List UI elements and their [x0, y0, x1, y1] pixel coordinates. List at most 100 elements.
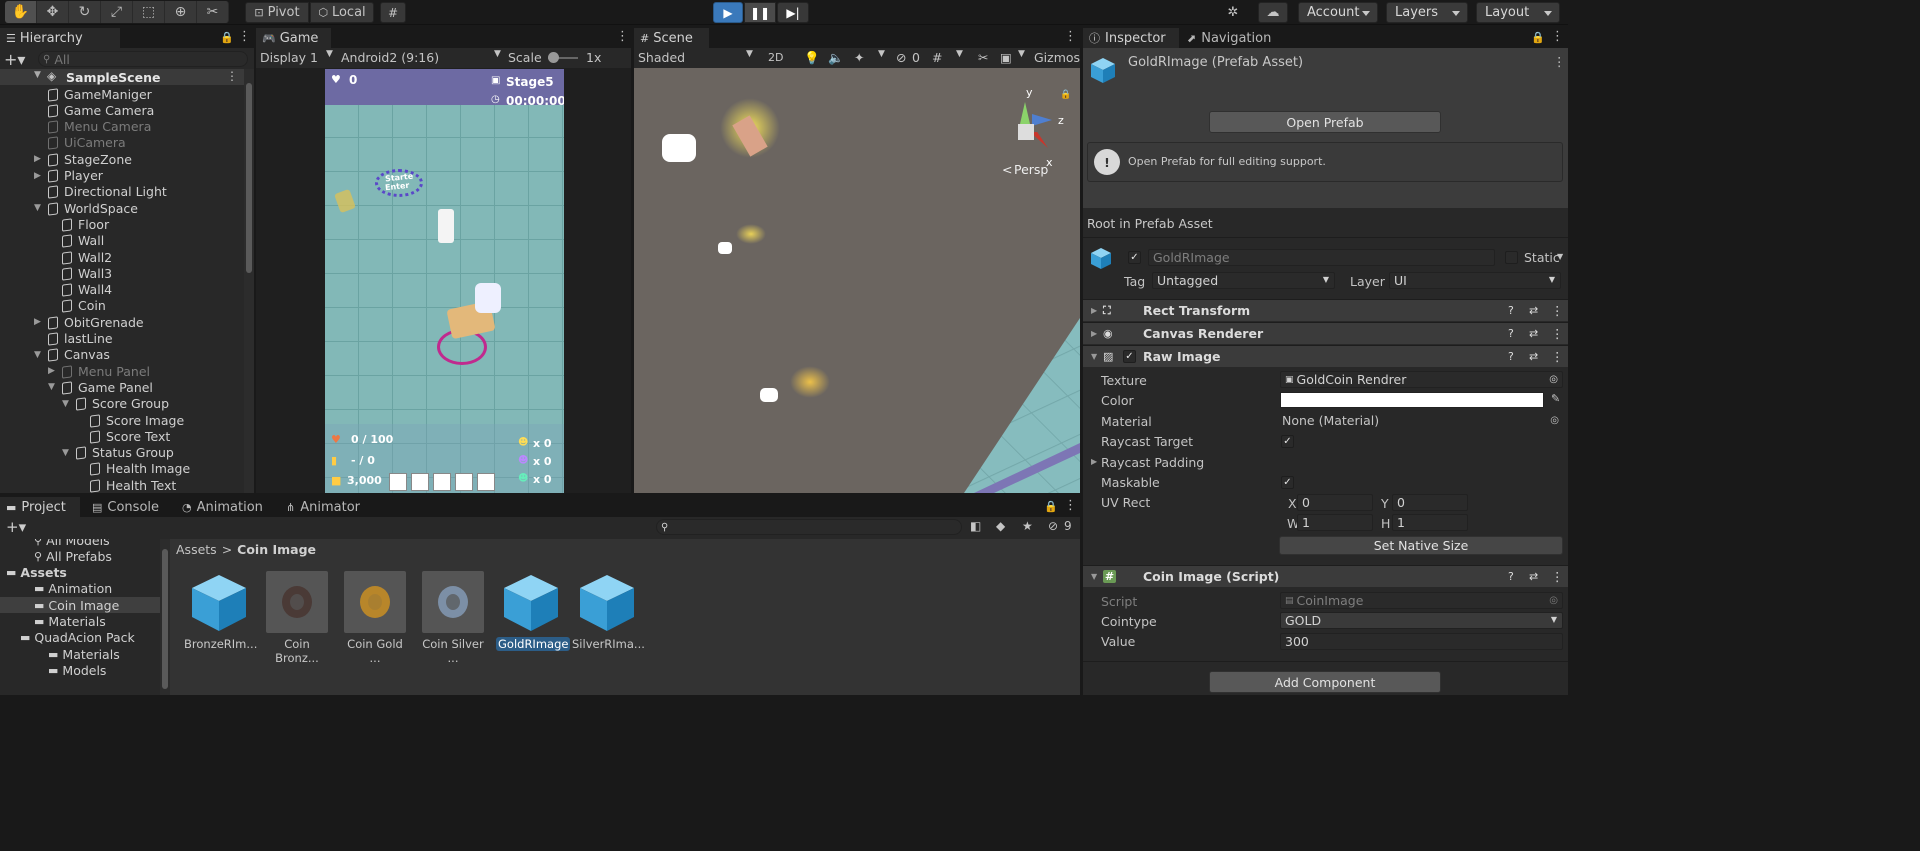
- project-tree-item[interactable]: ▬ Models: [0, 662, 160, 678]
- effects-icon[interactable]: ✦: [854, 50, 864, 65]
- project-tree-item[interactable]: ▬ Coin Image: [0, 597, 160, 614]
- asset-item[interactable]: BronzeRIm...: [184, 571, 257, 651]
- inventory-slot[interactable]: [411, 473, 429, 491]
- value-field[interactable]: 300: [1280, 633, 1563, 650]
- inspector-menu-icon[interactable]: ⋮: [1551, 30, 1564, 45]
- asset-item[interactable]: Coin Bronz...: [262, 571, 332, 665]
- hierarchy-item[interactable]: Coin: [48, 298, 106, 314]
- add-icon[interactable]: +▾: [4, 50, 28, 69]
- services-icon[interactable]: ✲: [1218, 2, 1248, 23]
- help-icon[interactable]: ?: [1508, 327, 1514, 340]
- hierarchy-item[interactable]: ▼ Canvas: [34, 347, 110, 363]
- tab-console[interactable]: ▤ Console: [86, 497, 166, 517]
- project-menu-icon[interactable]: ⋮: [1064, 499, 1077, 514]
- pivot-toggle[interactable]: ⊡ Pivot: [245, 2, 309, 23]
- hierarchy-item[interactable]: ▼ Score Group: [62, 396, 169, 412]
- preset-icon[interactable]: ⇄: [1529, 327, 1538, 340]
- expand-arrow-icon[interactable]: ▶: [34, 154, 46, 164]
- project-tree-item[interactable]: ▬ Materials: [0, 646, 160, 662]
- texture-field[interactable]: ▣ GoldCoin Rendrer ◎: [1280, 371, 1563, 388]
- uv-w-field[interactable]: 1: [1297, 514, 1373, 531]
- material-field[interactable]: None (Material) ◎: [1280, 412, 1563, 429]
- project-tree-item[interactable]: ▬ Assets: [0, 565, 160, 581]
- hierarchy-item[interactable]: Score Text: [76, 428, 170, 444]
- tab-game[interactable]: 🎮 Game: [256, 28, 331, 48]
- hierarchy-item[interactable]: ▶ Player: [34, 168, 103, 184]
- filter-label-icon[interactable]: ◆: [996, 519, 1005, 533]
- hierarchy-item[interactable]: ▼ WorldSpace: [34, 200, 138, 216]
- uv-h-field[interactable]: 1: [1392, 514, 1468, 531]
- project-tree-item[interactable]: ▬ Materials: [0, 614, 160, 630]
- component-menu-icon[interactable]: ⋮: [1551, 303, 1564, 318]
- move-tool-icon[interactable]: ✥: [37, 1, 69, 23]
- hidden-packages-icon[interactable]: ⊘: [1048, 519, 1058, 533]
- tag-dropdown[interactable]: Untagged ▼: [1152, 272, 1335, 289]
- tab-hierarchy[interactable]: ☰ Hierarchy: [0, 28, 120, 48]
- hierarchy-item[interactable]: Wall4: [48, 282, 112, 298]
- coin-image-script-header[interactable]: ▼ # Coin Image (Script) ? ⇄ ⋮: [1083, 565, 1568, 587]
- toggle-2d-button[interactable]: 2D: [768, 51, 783, 64]
- rect-transform-header[interactable]: ▶ ⛶ Rect Transform ? ⇄ ⋮: [1083, 299, 1568, 321]
- play-button[interactable]: ▶: [713, 2, 743, 23]
- grid-snap-button[interactable]: #: [380, 2, 406, 23]
- hierarchy-item[interactable]: Floor: [48, 216, 109, 232]
- raycast-padding-arrow-icon[interactable]: ▶: [1091, 457, 1097, 466]
- preset-icon[interactable]: ⇄: [1529, 304, 1538, 317]
- component-menu-icon[interactable]: ⋮: [1551, 326, 1564, 341]
- uv-x-field[interactable]: 0: [1297, 494, 1373, 511]
- help-icon[interactable]: ?: [1508, 570, 1514, 583]
- custom-tool-icon[interactable]: ✂: [197, 1, 229, 23]
- add-component-button[interactable]: Add Component: [1209, 671, 1441, 693]
- component-menu-icon[interactable]: ⋮: [1551, 569, 1564, 584]
- hierarchy-item[interactable]: Game Camera: [34, 102, 154, 118]
- tree-scrollbar[interactable]: [160, 539, 170, 695]
- set-native-size-button[interactable]: Set Native Size: [1279, 536, 1563, 555]
- hidden-objects-icon[interactable]: ⊘: [896, 50, 906, 65]
- uv-y-field[interactable]: 0: [1392, 494, 1468, 511]
- step-button[interactable]: ▶|: [777, 2, 809, 23]
- hierarchy-item[interactable]: Directional Light: [34, 184, 167, 200]
- transform-tool-icon[interactable]: ⊕: [165, 1, 197, 23]
- scene-menu-icon[interactable]: ⋮: [1064, 30, 1077, 45]
- expand-arrow-icon[interactable]: ▶: [34, 317, 46, 327]
- tab-navigation[interactable]: ⬈ Navigation: [1181, 28, 1281, 48]
- asset-item[interactable]: Coin Silver ...: [418, 571, 488, 665]
- hierarchy-item[interactable]: Menu Camera: [34, 119, 151, 135]
- scene-expand-icon[interactable]: ▼: [34, 70, 41, 80]
- inventory-slot[interactable]: [433, 473, 451, 491]
- cloud-icon[interactable]: ☁: [1258, 2, 1288, 23]
- collapse-arrow-icon[interactable]: ▼: [62, 399, 74, 409]
- scene-menu-icon[interactable]: ⋮: [226, 69, 238, 83]
- asset-item[interactable]: Coin Gold ...: [340, 571, 410, 665]
- project-lock-icon[interactable]: 🔒: [1044, 500, 1058, 513]
- active-checkbox[interactable]: ✓: [1128, 251, 1141, 264]
- camera-gizmo-icon[interactable]: [662, 134, 696, 162]
- camera-icon[interactable]: ▣: [1000, 50, 1012, 65]
- hierarchy-item[interactable]: GameManiger: [34, 86, 152, 102]
- pause-button[interactable]: ❚❚: [744, 2, 776, 23]
- preset-icon[interactable]: ⇄: [1529, 570, 1538, 583]
- favorites-icon[interactable]: ★: [1022, 519, 1033, 533]
- expand-arrow-icon[interactable]: ▶: [48, 366, 60, 376]
- coin-object[interactable]: [736, 224, 766, 244]
- rotate-tool-icon[interactable]: ↻: [69, 1, 101, 23]
- z-axis-cone[interactable]: [1032, 114, 1052, 126]
- color-swatch[interactable]: [1280, 392, 1544, 408]
- project-tree-item[interactable]: ⚲ All Models: [0, 539, 160, 548]
- component-menu-icon[interactable]: ⋮: [1551, 349, 1564, 364]
- hierarchy-item[interactable]: UiCamera: [34, 135, 126, 151]
- panel-menu-icon[interactable]: ⋮: [238, 30, 251, 45]
- inventory-slot[interactable]: [455, 473, 473, 491]
- create-asset-icon[interactable]: +▾: [6, 518, 26, 536]
- tools-icon[interactable]: ✂: [978, 50, 988, 65]
- y-axis-cone[interactable]: [1020, 102, 1030, 124]
- effects-arrow-icon[interactable]: ▼: [878, 49, 885, 59]
- preset-icon[interactable]: ⇄: [1529, 350, 1538, 363]
- project-search-input[interactable]: ⚲: [656, 519, 962, 535]
- inventory-slot[interactable]: [389, 473, 407, 491]
- grid-icon[interactable]: #: [932, 50, 942, 65]
- layer-dropdown[interactable]: UI ▼: [1389, 272, 1561, 289]
- inventory-slot[interactable]: [477, 473, 495, 491]
- help-icon[interactable]: ?: [1508, 304, 1514, 317]
- hand-tool-icon[interactable]: ✋: [5, 1, 37, 23]
